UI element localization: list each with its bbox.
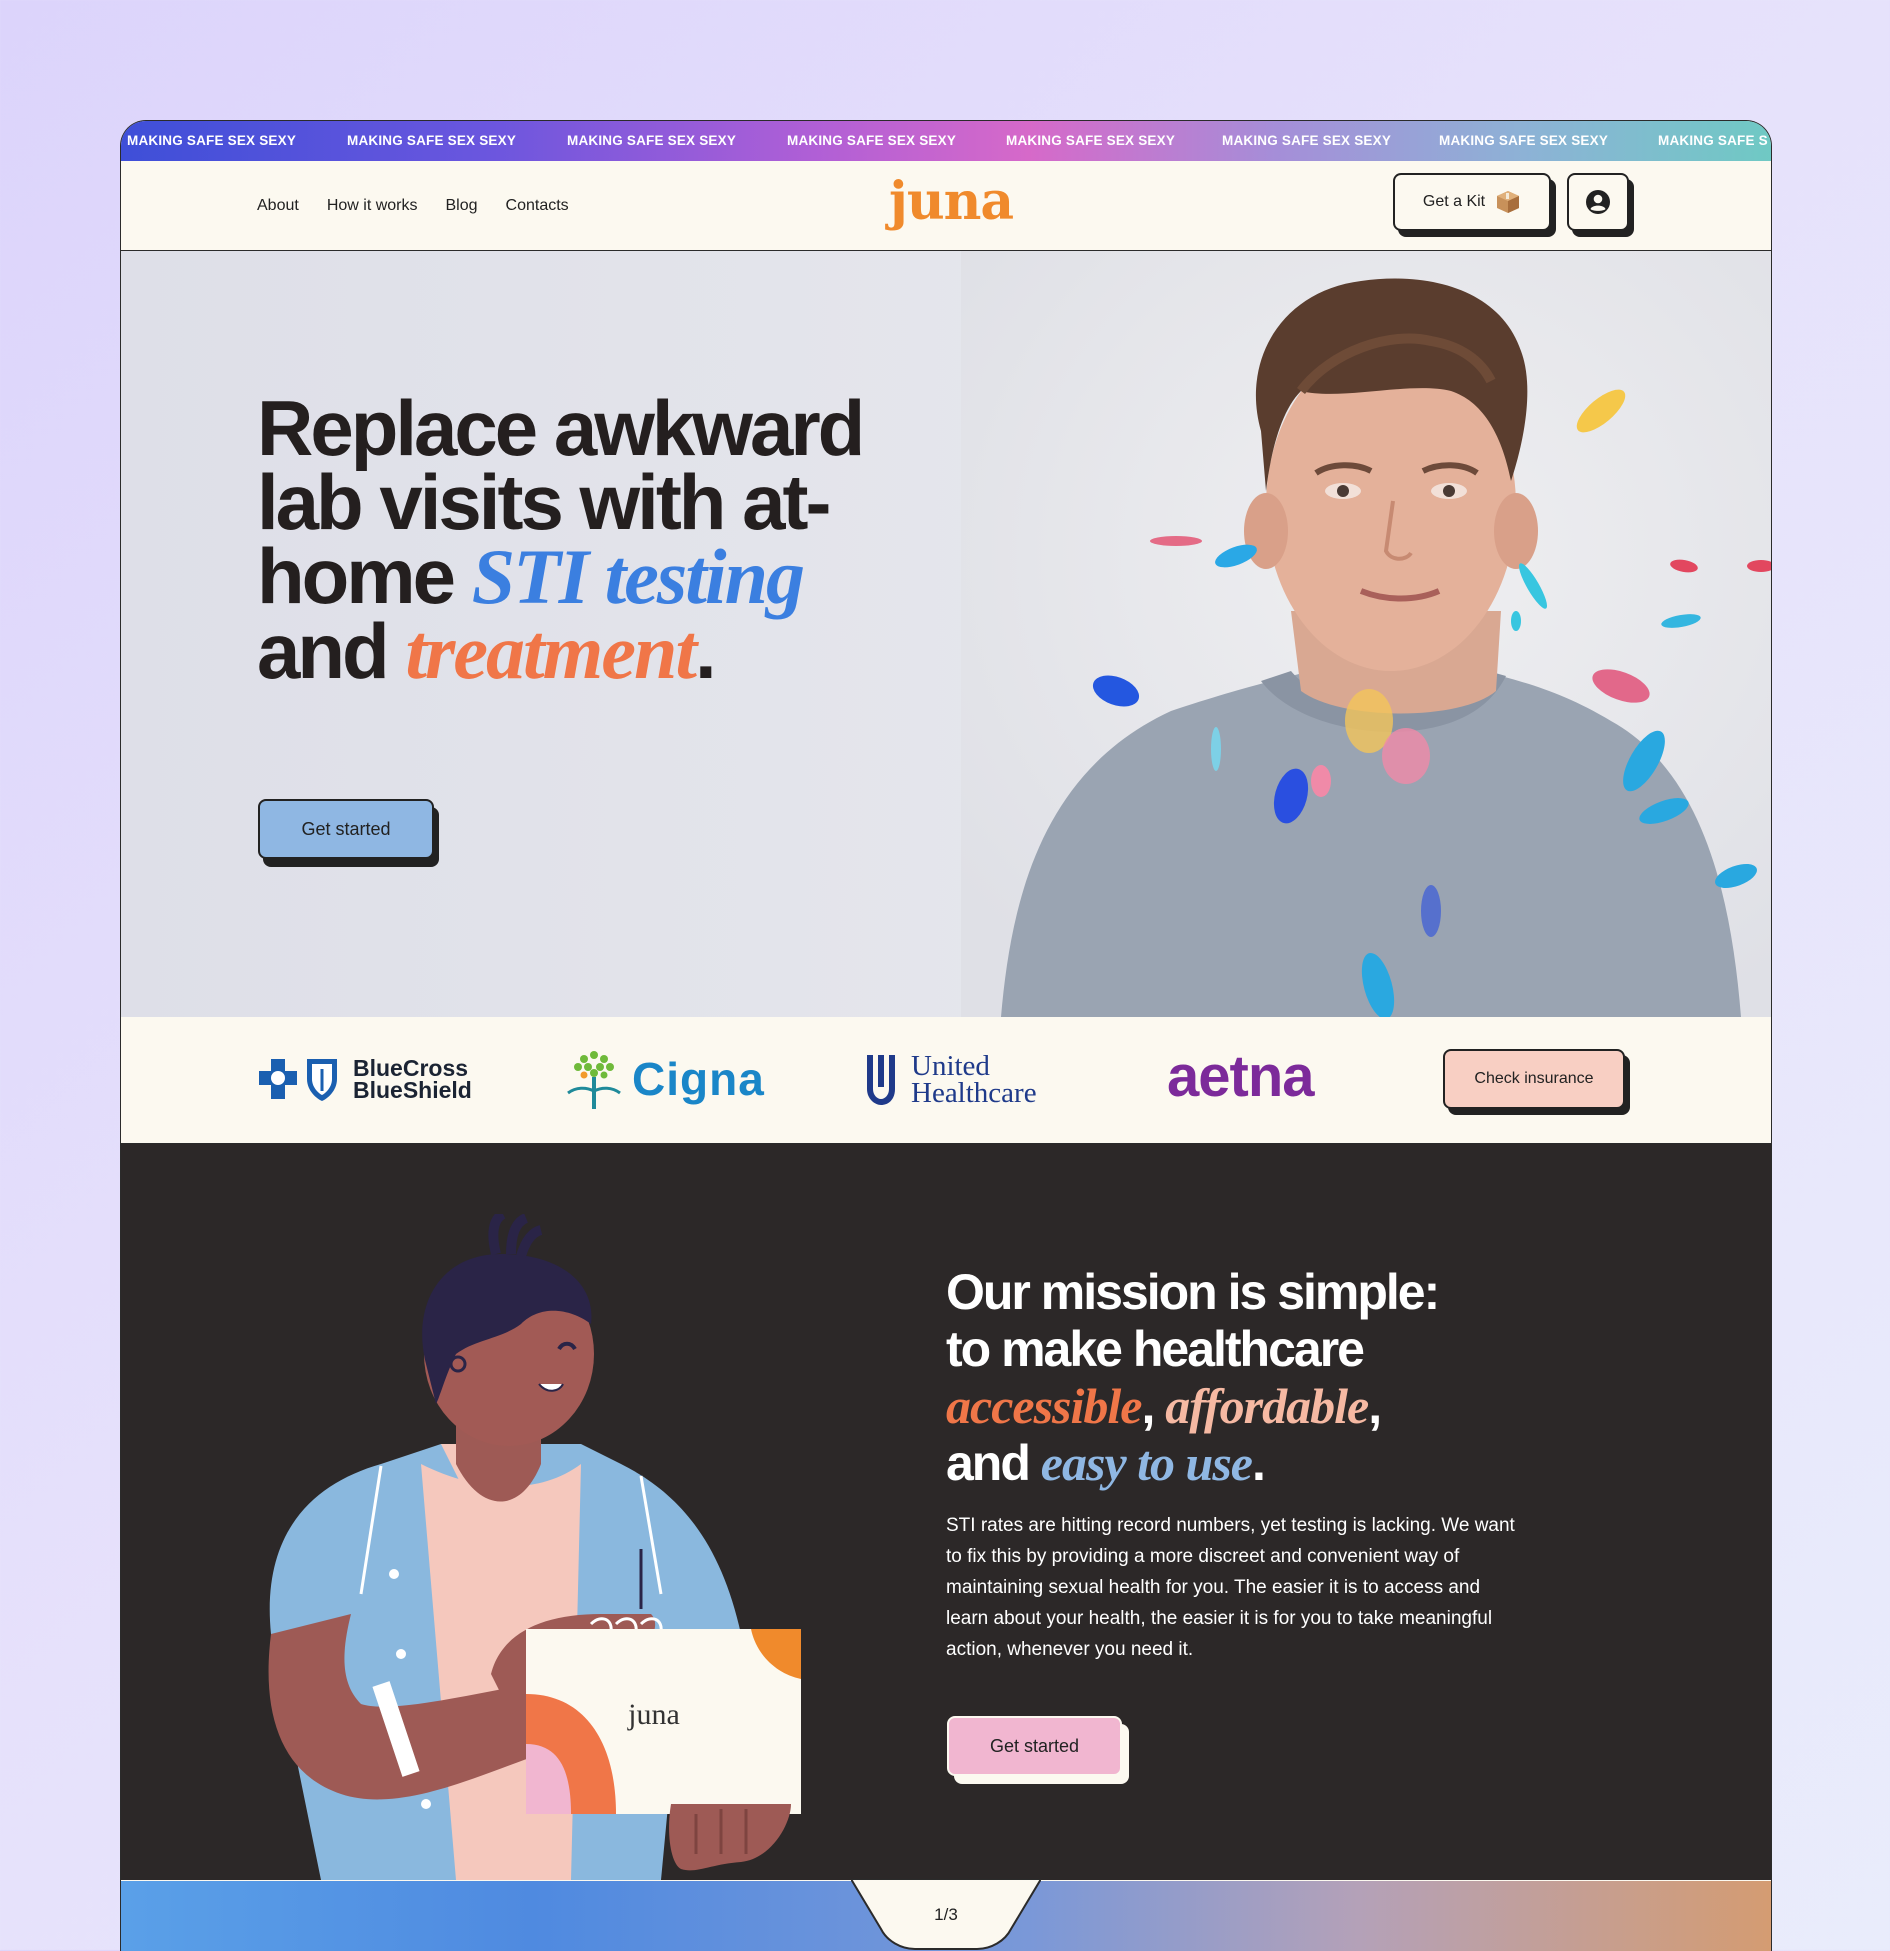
- hero-get-started-button[interactable]: Get started: [258, 799, 434, 859]
- hero-section: Replace awkward lab visits with at-home …: [121, 251, 1771, 1017]
- marquee-item: MAKING SAFE SEX SEXY: [567, 133, 737, 148]
- united-healthcare-logo-icon: [867, 1055, 895, 1105]
- mission-line4-and: and: [946, 1435, 1041, 1491]
- hero-person-photo: [961, 251, 1771, 1017]
- get-a-kit-label: Get a Kit: [1422, 193, 1486, 210]
- cigna-wordmark: Cigna: [632, 1053, 765, 1105]
- marquee-item: MAKING SAFE SEX SEXY: [127, 133, 297, 148]
- hero-headline-accent-sti: STI testing: [471, 533, 805, 620]
- check-insurance-button[interactable]: Check insurance: [1443, 1049, 1625, 1109]
- mission-separator-2: ,: [1368, 1378, 1382, 1434]
- package-icon: [1497, 191, 1520, 213]
- slide-pager[interactable]: 1/3: [851, 1879, 1041, 1951]
- nav-link-contacts[interactable]: Contacts: [506, 197, 569, 215]
- mission-period: .: [1252, 1435, 1266, 1491]
- user-circle-icon: [1586, 190, 1610, 214]
- marquee-item: MAKING SAFE SEX SEXY: [1006, 133, 1176, 148]
- juna-logo[interactable]: juna: [889, 171, 1014, 232]
- pager-label: 1/3: [934, 1905, 958, 1924]
- aetna-wordmark: aetna: [1167, 1044, 1315, 1109]
- mission-line1: Our mission is simple:: [946, 1264, 1440, 1320]
- hero-headline-accent-treatment: treatment: [405, 608, 697, 695]
- hero-headline-period: .: [695, 607, 717, 695]
- bluecross-blueshield-logo-icon: [259, 1059, 337, 1101]
- mission-headline: Our mission is simple: to make healthcar…: [946, 1264, 1566, 1492]
- mission-accent-accessible: accessible: [946, 1378, 1142, 1434]
- mission-get-started-button[interactable]: Get started: [947, 1716, 1122, 1776]
- marquee-item: MAKING SAFE SEX SEXY: [787, 133, 957, 148]
- hero-headline: Replace awkward lab visits with at-home …: [257, 389, 897, 691]
- top-nav: About How it works Blog Contacts juna Ge…: [121, 161, 1771, 251]
- nav-link-blog[interactable]: Blog: [446, 197, 478, 215]
- uh-line2: Healthcare: [911, 1077, 1037, 1109]
- marquee-item: MAKING SAFE SEX SEXY: [347, 133, 517, 148]
- mission-accent-affordable: affordable: [1165, 1378, 1369, 1434]
- insurer-united-healthcare: United Healthcare: [863, 1051, 1037, 1109]
- person-holding-kit-illustration: juna: [268, 1214, 801, 1880]
- kit-box-label: juna: [627, 1698, 680, 1731]
- mission-line2: to make healthcare: [946, 1321, 1365, 1377]
- promo-marquee: MAKING SAFE SEX SEXY MAKING SAFE SEX SEX…: [121, 121, 1771, 161]
- marquee-item: MAKING SAFE SEX SEXY: [1222, 133, 1392, 148]
- insurance-strip: BlueCross BlueShield Cigna United Health…: [121, 1017, 1771, 1144]
- hero-headline-and: and: [257, 607, 406, 695]
- marquee-item: MAKING SAFE S: [1658, 133, 1768, 148]
- mission-body: STI rates are hitting record numbers, ye…: [946, 1515, 1515, 1660]
- insurer-aetna: aetna: [1167, 1043, 1315, 1110]
- bcbs-line2: BlueShield: [353, 1077, 472, 1103]
- bcbs-line1: BlueCross: [353, 1055, 469, 1081]
- browser-frame: MAKING SAFE SEX SEXY MAKING SAFE SEX SEX…: [120, 120, 1772, 1951]
- nav-link-about[interactable]: About: [257, 197, 299, 215]
- cigna-tree-icon: [567, 1051, 621, 1109]
- mission-section: juna Our mission is simple: to make heal…: [121, 1144, 1771, 1880]
- nav-links: About How it works Blog Contacts: [257, 197, 569, 215]
- get-a-kit-button[interactable]: Get a Kit: [1393, 173, 1551, 231]
- insurer-bluecross-blueshield: BlueCross BlueShield: [257, 1055, 472, 1103]
- uh-line1: United: [911, 1050, 990, 1082]
- mission-separator-1: ,: [1141, 1378, 1166, 1434]
- marquee-item: MAKING SAFE SEX SEXY: [1439, 133, 1609, 148]
- account-button[interactable]: [1567, 173, 1629, 231]
- insurer-cigna: Cigna: [564, 1047, 765, 1111]
- nav-link-how-it-works[interactable]: How it works: [327, 197, 418, 215]
- mission-accent-easy-to-use: easy to use: [1040, 1435, 1253, 1491]
